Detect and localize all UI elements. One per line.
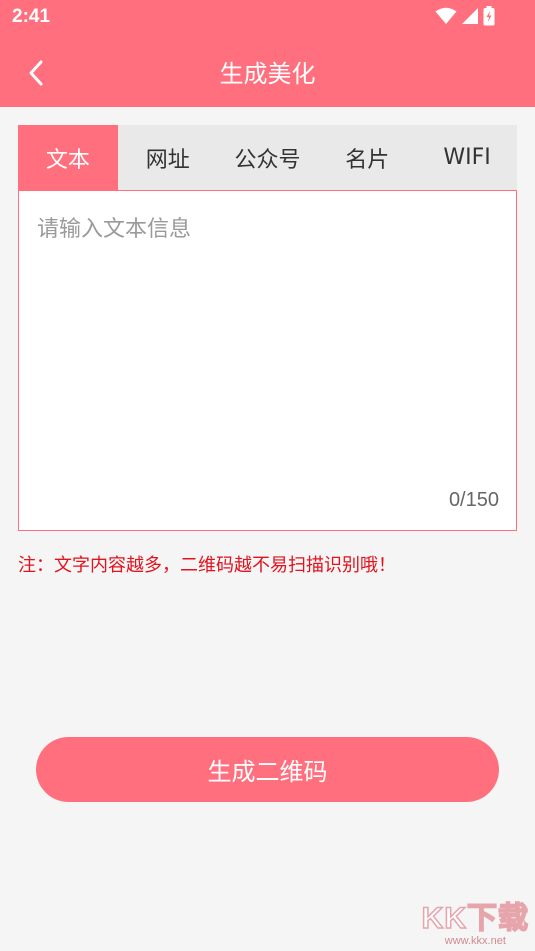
status-icons (435, 6, 495, 30)
tab-business-card[interactable]: 名片 (317, 125, 417, 190)
tab-official-account[interactable]: 公众号 (218, 125, 318, 190)
title-bar: 生成美化 (0, 36, 535, 107)
status-bar: 2:41 (0, 0, 535, 36)
page-title: 生成美化 (219, 60, 316, 88)
text-input-box: 0/150 (18, 190, 517, 531)
text-input[interactable] (37, 211, 498, 471)
char-counter: 0/150 (448, 489, 499, 511)
battery-icon (483, 6, 495, 30)
tab-url[interactable]: 网址 (118, 125, 218, 190)
tab-wifi[interactable]: WIFI (417, 125, 517, 190)
wifi-icon (435, 7, 457, 29)
signal-icon (461, 7, 479, 29)
watermark: KK下载 www.kkx.net (421, 893, 529, 947)
tab-bar: 文本 网址 公众号 名片 WIFI (18, 125, 517, 190)
tab-text[interactable]: 文本 (18, 125, 118, 190)
watermark-logo: KK下载 (421, 901, 529, 936)
hint-note: 注：文字内容越多，二维码越不易扫描识别哦！ (18, 555, 396, 576)
status-time: 2:41 (12, 6, 51, 27)
generate-qr-button[interactable]: 生成二维码 (36, 737, 499, 802)
